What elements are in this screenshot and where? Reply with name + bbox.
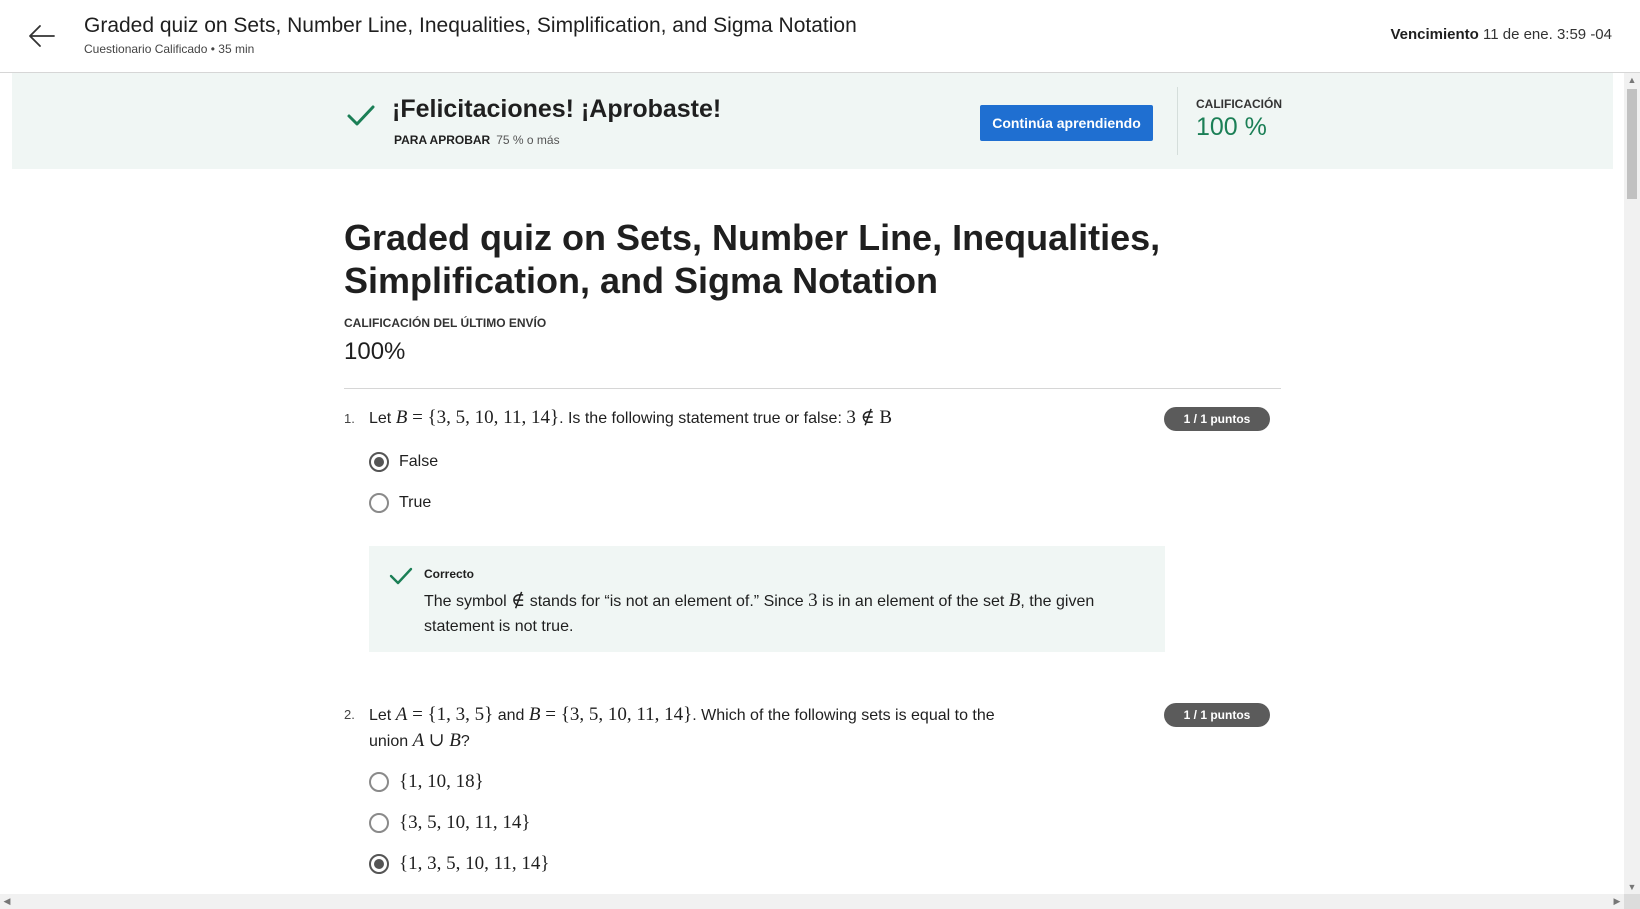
set-a: {1, 3, 5}	[427, 704, 494, 725]
option-label: False	[399, 453, 439, 470]
set-b: {3, 5, 10, 11, 14}	[560, 704, 693, 725]
top-header: Graded quiz on Sets, Number Line, Inequa…	[0, 0, 1640, 73]
option-false[interactable]: False	[369, 452, 438, 472]
radio-button[interactable]	[369, 854, 389, 874]
option-true[interactable]: True	[369, 493, 431, 513]
scroll-down-icon[interactable]: ▼	[1624, 880, 1640, 894]
congrats-heading: ¡Felicitaciones! ¡Aprobaste!	[392, 95, 722, 123]
radio-button[interactable]	[369, 813, 389, 833]
pass-requirement: PARA APROBAR 75 % o más	[394, 133, 560, 147]
back-button[interactable]	[26, 20, 58, 52]
due-date: Vencimiento 11 de ene. 3:59 -04	[1390, 26, 1612, 43]
scrollbar-corner	[1624, 894, 1640, 909]
question-1-number: 1.	[344, 411, 355, 426]
option-2[interactable]: {3, 5, 10, 11, 14}	[369, 812, 531, 834]
last-submission-label: CALIFICACIÓN DEL ÚLTIMO ENVÍO	[344, 316, 547, 330]
points-badge: 1 / 1 puntos	[1164, 407, 1270, 431]
question-2-text: Let A = {1, 3, 5} and B = {3, 5, 10, 11,…	[369, 704, 995, 751]
set-b: {3, 5, 10, 11, 14}	[427, 407, 560, 428]
option-3[interactable]: {1, 3, 5, 10, 11, 14}	[369, 853, 550, 875]
scroll-left-icon[interactable]: ◀	[0, 894, 14, 909]
due-label: Vencimiento	[1390, 26, 1479, 43]
points-badge: 1 / 1 puntos	[1164, 703, 1270, 727]
question-1-text: Let B = {3, 5, 10, 11, 14}. Is the follo…	[369, 407, 893, 428]
banner-divider	[1177, 87, 1178, 155]
radio-button[interactable]	[369, 452, 389, 472]
checkmark-icon	[347, 105, 375, 126]
option-1[interactable]: {1, 10, 18}	[369, 771, 484, 793]
radio-button[interactable]	[369, 493, 389, 513]
header-title: Graded quiz on Sets, Number Line, Inequa…	[84, 14, 857, 37]
option-label: True	[399, 494, 432, 511]
feedback-text: The symbol ∉ stands for “is not an eleme…	[424, 590, 1095, 635]
option-label: {1, 10, 18}	[399, 771, 484, 792]
scroll-thumb[interactable]	[1627, 89, 1637, 199]
page-title: Graded quiz on Sets, Number Line, Inequa…	[344, 217, 1161, 301]
last-submission-value: 100%	[344, 338, 406, 365]
question-2-number: 2.	[344, 707, 355, 722]
scroll-up-icon[interactable]: ▲	[1624, 73, 1640, 87]
grade-value: 100 %	[1196, 113, 1267, 141]
header-subtitle: Cuestionario Calificado • 35 min	[84, 42, 255, 56]
radio-button[interactable]	[369, 772, 389, 792]
feedback-title: Correcto	[424, 567, 475, 581]
pass-label: PARA APROBAR	[394, 133, 491, 147]
divider	[344, 388, 1281, 389]
grade-label: CALIFICACIÓN	[1196, 97, 1282, 111]
vertical-scrollbar[interactable]: ▲ ▼	[1624, 73, 1640, 894]
pass-value: 75 % o más	[496, 133, 560, 147]
arrow-left-icon	[29, 25, 55, 47]
statement: 3 ∉ B	[846, 407, 893, 428]
horizontal-scrollbar[interactable]: ◀ ▶	[0, 894, 1624, 909]
due-value: 11 de ene. 3:59 -04	[1483, 26, 1612, 43]
feedback-box: Correcto The symbol ∉ stands for “is not…	[369, 546, 1165, 652]
option-label: {1, 3, 5, 10, 11, 14}	[399, 853, 550, 874]
option-label: {3, 5, 10, 11, 14}	[399, 812, 531, 833]
pass-banner: ¡Felicitaciones! ¡Aprobaste! PARA APROBA…	[12, 73, 1613, 169]
continue-learning-button[interactable]: Continúa aprendiendo	[980, 105, 1153, 141]
checkmark-icon	[389, 567, 413, 585]
scroll-right-icon[interactable]: ▶	[1610, 894, 1624, 909]
